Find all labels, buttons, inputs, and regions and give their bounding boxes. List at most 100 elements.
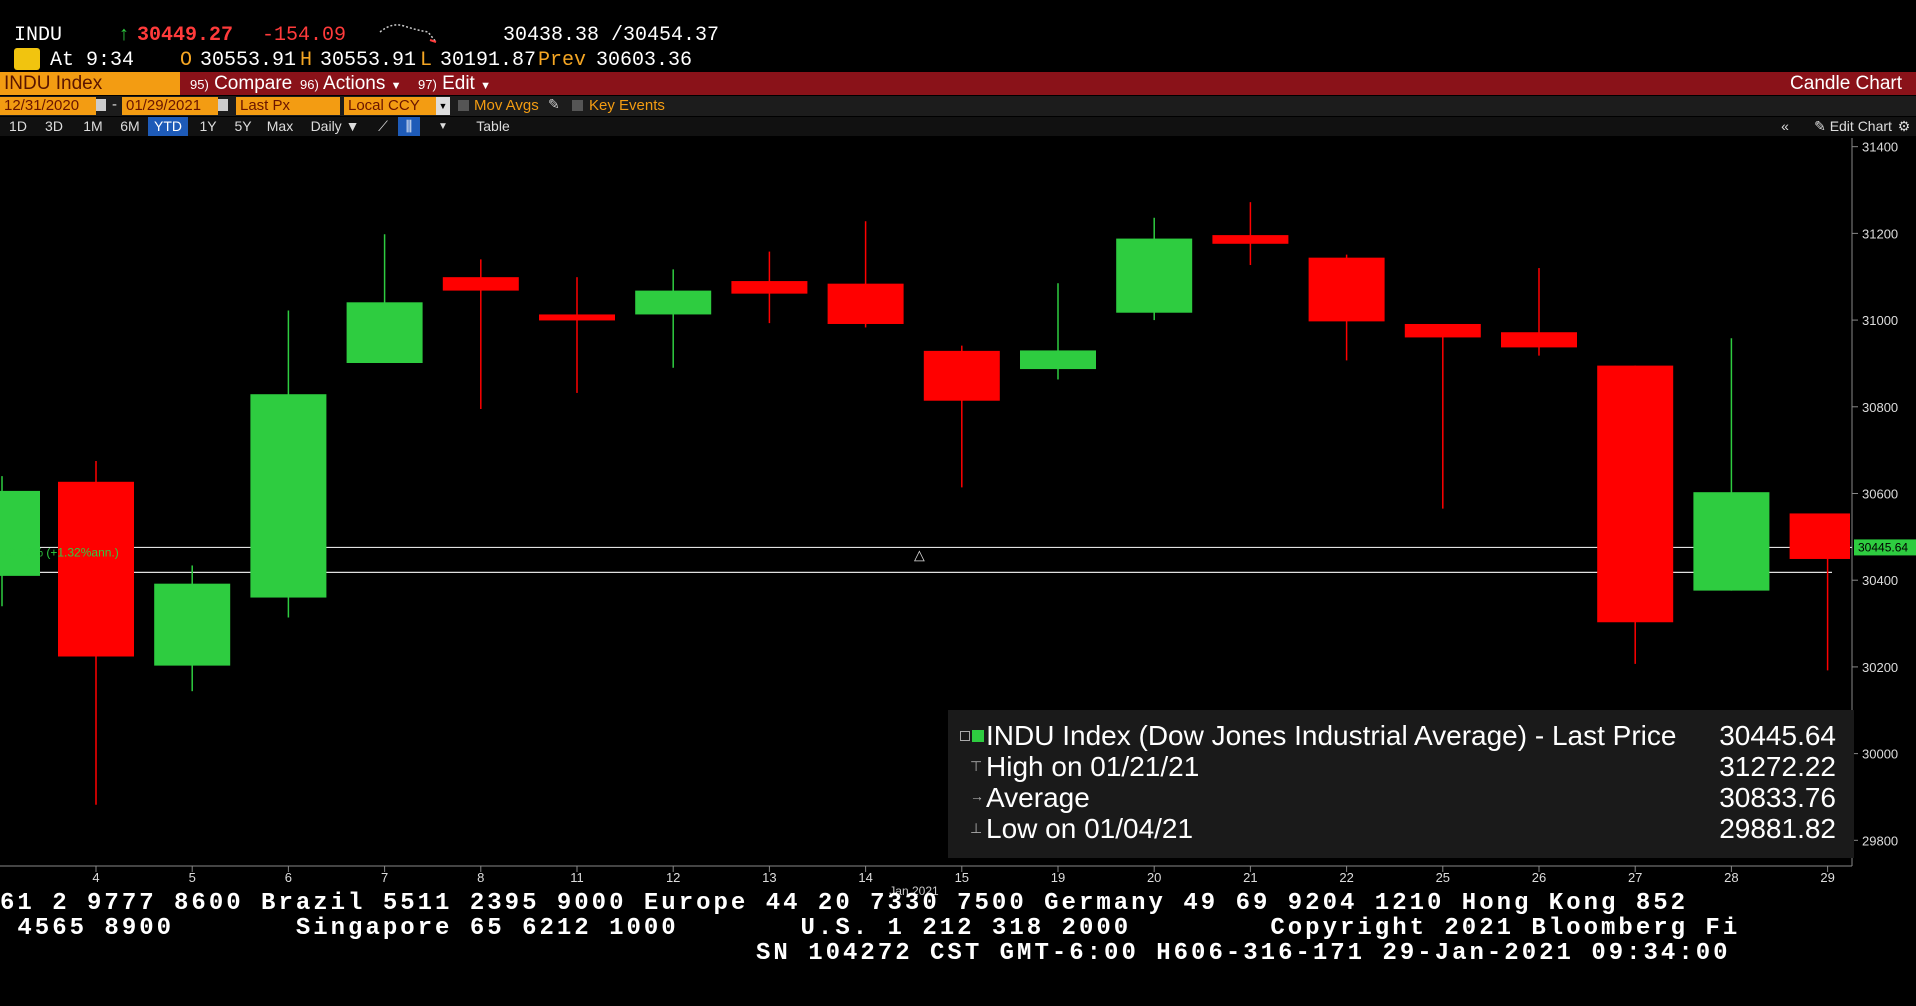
edit-chart-button[interactable]: ✎ Edit Chart bbox=[1804, 117, 1902, 136]
average-marker-icon: → bbox=[970, 788, 984, 804]
prev-label: Prev bbox=[538, 49, 587, 72]
actions-menu[interactable]: 96) Actions ▼ bbox=[294, 72, 408, 95]
legend-low-label: Low on 01/04/21 bbox=[986, 813, 1194, 844]
candle-body bbox=[442, 277, 519, 291]
legend-high-label: High on 01/21/21 bbox=[986, 751, 1200, 782]
x-tick-label: 20 bbox=[1147, 870, 1161, 885]
candle-body bbox=[1597, 365, 1674, 623]
x-tick-label: 7 bbox=[381, 870, 388, 885]
edit-chart-label: Edit Chart bbox=[1829, 118, 1892, 134]
y-tick-label: 31200 bbox=[1862, 226, 1898, 241]
last-price-tag-label: 30445.64 bbox=[1858, 540, 1908, 554]
x-tick-label: 19 bbox=[1051, 870, 1065, 885]
y-tick-label: 29800 bbox=[1862, 833, 1898, 848]
x-tick-label: 28 bbox=[1724, 870, 1738, 885]
candle-body bbox=[154, 583, 231, 666]
collapse-box-icon[interactable] bbox=[960, 731, 970, 741]
x-tick-label: 13 bbox=[762, 870, 776, 885]
y-tick-label: 30800 bbox=[1862, 400, 1898, 415]
edit-label: Edit bbox=[442, 73, 475, 94]
candle-body bbox=[1020, 350, 1096, 370]
key-events-label[interactable]: Key Events bbox=[589, 97, 665, 115]
calendar-icon[interactable] bbox=[96, 99, 106, 111]
low-value: 30191.87 bbox=[440, 49, 537, 72]
high-value: 30553.91 bbox=[320, 49, 417, 72]
security-field[interactable]: INDU Index bbox=[0, 72, 180, 95]
net-change: -154.09 bbox=[262, 24, 347, 47]
candle-body bbox=[1404, 323, 1481, 338]
chart-type-label: Candle Chart bbox=[1790, 73, 1902, 94]
edit-menu[interactable]: 97) Edit ▼ bbox=[412, 72, 497, 95]
pencil-icon: ✎ bbox=[1814, 118, 1826, 134]
collapse-icon[interactable]: « bbox=[1774, 117, 1796, 136]
candle-body bbox=[58, 481, 134, 657]
caret-down-icon: ▼ bbox=[390, 80, 402, 92]
y-tick-label: 31000 bbox=[1862, 313, 1898, 328]
range-button-1y[interactable]: 1Y bbox=[196, 117, 220, 136]
compare-menu[interactable]: 95) Compare bbox=[184, 72, 298, 95]
gear-icon[interactable]: ⚙ bbox=[1894, 117, 1914, 136]
y-tick-label: 31400 bbox=[1862, 140, 1898, 155]
mov-avgs-checkbox[interactable] bbox=[458, 100, 469, 111]
calendar-icon[interactable] bbox=[218, 99, 228, 111]
footer-phone-line-1: 61 2 9777 8600 Brazil 5511 2395 9000 Eur… bbox=[0, 890, 1689, 917]
bid-ask: 30438.38 /30454.37 bbox=[503, 24, 720, 47]
x-tick-label: 21 bbox=[1243, 870, 1257, 885]
candle-body bbox=[1308, 257, 1385, 322]
price-field-select[interactable]: Last Px bbox=[236, 97, 340, 115]
open-value: 30553.91 bbox=[200, 49, 297, 72]
x-tick-label: 8 bbox=[477, 870, 484, 885]
pencil-icon[interactable]: ✎ bbox=[548, 96, 560, 113]
more-dropdown-icon[interactable]: ▼ bbox=[434, 117, 452, 136]
time-label: At 9:34 bbox=[50, 49, 135, 72]
actions-number: 96) bbox=[300, 77, 319, 92]
range-button-max[interactable]: Max bbox=[264, 117, 296, 136]
range-button-6m[interactable]: 6M bbox=[116, 117, 144, 136]
x-tick-label: 27 bbox=[1628, 870, 1642, 885]
candle-body bbox=[923, 350, 1000, 401]
range-button-3d[interactable]: 3D bbox=[40, 117, 68, 136]
range-button-5y[interactable]: 5Y bbox=[230, 117, 256, 136]
mov-avgs-label[interactable]: Mov Avgs bbox=[474, 97, 539, 115]
x-tick-label: 25 bbox=[1436, 870, 1450, 885]
x-tick-label: 5 bbox=[189, 870, 196, 885]
candle-body bbox=[539, 314, 615, 321]
compare-label: Compare bbox=[214, 73, 293, 94]
range-button-1d[interactable]: 1D bbox=[4, 117, 32, 136]
date-dash: - bbox=[112, 96, 117, 113]
high-marker-icon: ⊤ bbox=[970, 758, 983, 774]
table-button[interactable]: Table bbox=[468, 117, 518, 136]
actions-label: Actions bbox=[323, 73, 386, 94]
candle-body bbox=[250, 394, 327, 598]
clock-icon bbox=[14, 48, 40, 70]
frequency-select[interactable]: Daily ▼ bbox=[306, 117, 364, 136]
range-button-ytd[interactable]: YTD bbox=[148, 117, 188, 136]
range-button-1m[interactable]: 1M bbox=[78, 117, 108, 136]
x-tick-label: 26 bbox=[1532, 870, 1546, 885]
currency-select[interactable]: Local CCY bbox=[344, 97, 440, 115]
caret-down-icon: ▼ bbox=[480, 80, 491, 92]
caret-down-icon: ▼ bbox=[345, 118, 360, 134]
x-tick-label: 15 bbox=[955, 870, 969, 885]
key-events-checkbox[interactable] bbox=[572, 100, 583, 111]
open-label: O bbox=[180, 49, 193, 72]
end-date-field[interactable]: 01/29/2021 bbox=[122, 97, 218, 115]
x-tick-label: 14 bbox=[858, 870, 872, 885]
line-chart-icon[interactable]: ⟋ bbox=[372, 117, 394, 136]
bar-chart-icon[interactable]: ⫼ bbox=[398, 117, 420, 136]
currency-dropdown-icon[interactable]: ▼ bbox=[436, 97, 450, 115]
candle-body bbox=[346, 302, 423, 364]
candle-body bbox=[1693, 492, 1770, 591]
candle-body bbox=[1212, 235, 1289, 244]
candle-body bbox=[827, 283, 904, 324]
y-tick-label: 30600 bbox=[1862, 486, 1898, 501]
candle-body bbox=[1116, 238, 1193, 313]
start-date-field[interactable]: 12/31/2020 bbox=[0, 97, 96, 115]
prev-value: 30603.36 bbox=[596, 49, 693, 72]
candle-body bbox=[1789, 513, 1850, 559]
legend-average-label: Average bbox=[986, 782, 1090, 813]
x-tick-label: 11 bbox=[570, 870, 584, 885]
low-label: L bbox=[420, 49, 433, 72]
legend-high-value: 31272.22 bbox=[1719, 751, 1836, 782]
y-tick-label: 30400 bbox=[1862, 573, 1898, 588]
